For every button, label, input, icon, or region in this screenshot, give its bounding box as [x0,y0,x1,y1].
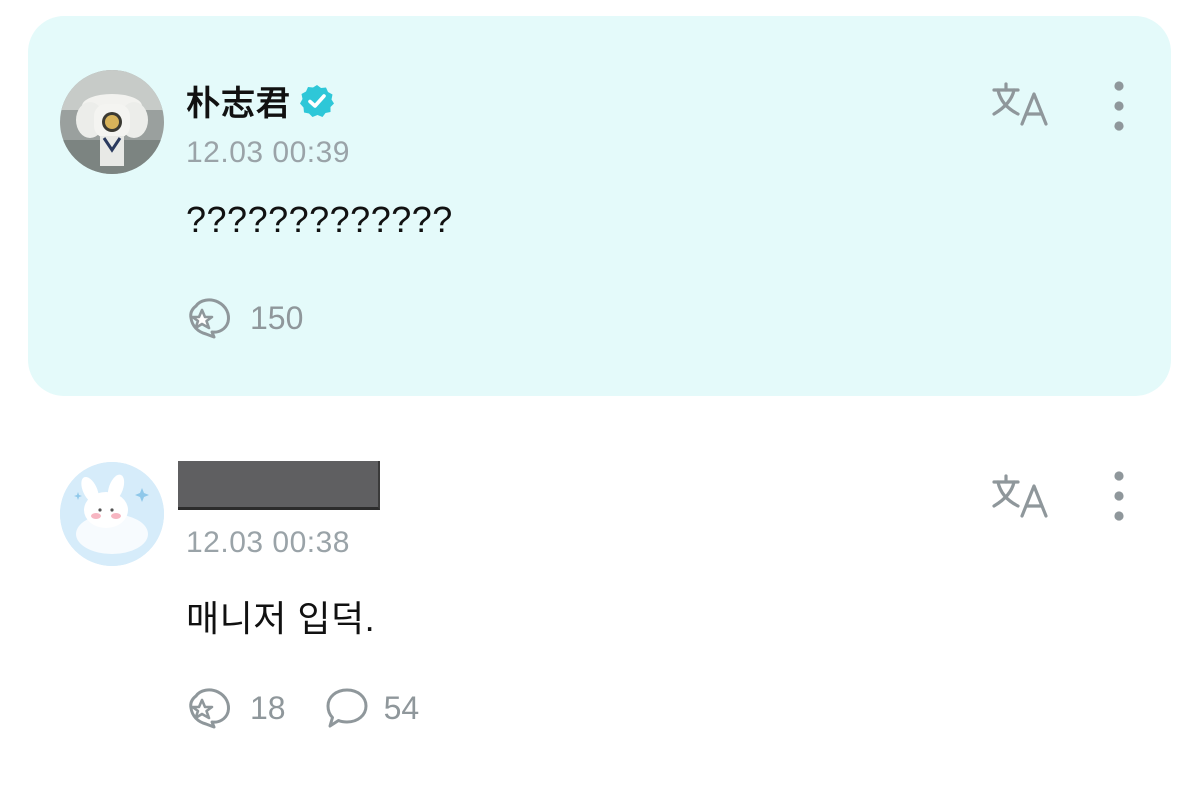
more-options-icon [1114,81,1124,131]
author-name[interactable]: 朴志君 [186,76,291,125]
comment-text: 매니저 입덕. [186,598,376,639]
like-icon [189,298,230,339]
comment-card: 12.03 00:38 매니저 입덕. 18 54 [28,430,1171,790]
like-count: 150 [250,299,304,336]
redacted-author-name [178,461,380,510]
reply-icon [326,688,368,728]
translate-button[interactable] [990,468,1054,524]
translate-button[interactable] [990,76,1054,132]
translate-icon [992,474,1048,518]
like-button[interactable]: 18 [186,686,286,730]
verified-badge-icon [300,84,334,117]
comment-actions: 18 54 [186,686,443,730]
comment-card-highlighted: 朴志君 12.03 00:39 ????????????? 150 [28,16,1171,396]
comment-text: ????????????? [186,199,453,240]
comment-author[interactable]: 朴志君 [186,76,335,125]
more-options-button[interactable] [1102,466,1136,526]
like-count: 18 [250,689,286,726]
like-icon [189,688,230,729]
avatar[interactable] [60,70,164,174]
comment-timestamp: 12.03 00:39 [186,136,350,169]
comment-actions: 150 [186,296,327,340]
translate-icon [992,82,1048,126]
reply-count: 54 [383,689,420,726]
more-options-button[interactable] [1102,76,1136,136]
avatar[interactable] [60,462,164,566]
like-button[interactable]: 150 [186,296,303,340]
comment-timestamp: 12.03 00:38 [186,526,350,559]
more-options-icon [1114,471,1124,521]
reply-button[interactable]: 54 [324,686,420,730]
